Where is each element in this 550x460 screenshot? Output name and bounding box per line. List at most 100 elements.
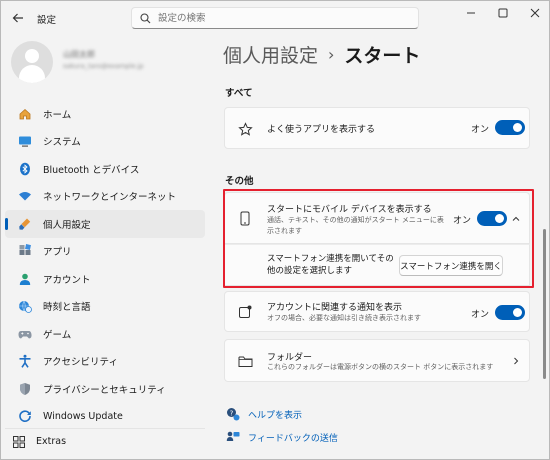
maximize-icon [498,8,508,18]
profile-email: sakura_taro@example.jp [63,62,144,70]
back-button[interactable] [9,9,27,27]
setting-description-line1: 通話、テキスト、その他の通知がスタート メニューに表 [267,216,444,224]
breadcrumb-parent[interactable]: 個人用設定 [223,41,318,68]
sidebar-item-time-language[interactable]: 時刻と言語 [5,293,205,321]
notification-app-icon [237,304,253,320]
accessibility-icon [18,354,32,368]
mobile-devices-toggle[interactable] [477,211,507,226]
sidebar-nav: ホーム システム Bluetooth とデバイス ネットワークとインターネット … [5,100,205,430]
window-controls [455,1,549,25]
system-display-icon [18,134,32,148]
sidebar-item-system[interactable]: システム [5,128,205,156]
close-button[interactable] [519,1,549,25]
frequent-apps-toggle[interactable] [495,120,525,135]
close-icon [530,8,540,18]
title-bar: 設定 [1,1,549,35]
maximize-button[interactable] [487,1,519,25]
sidebar-item-network[interactable]: ネットワークとインターネット [5,183,205,211]
folder-icon [237,353,253,369]
svg-text:?: ? [230,409,234,417]
toggle-state-label: オン [471,310,490,320]
sidebar-item-label: アクセシビリティ [43,357,118,369]
sidebar-item-accounts[interactable]: アカウント [5,265,205,293]
chevron-up-icon[interactable] [511,214,521,224]
avatar [11,41,53,83]
sidebar-item-label: 個人用設定 [43,219,91,231]
page-title: スタート [344,45,421,67]
search-input[interactable] [158,11,408,25]
account-icon [18,272,32,286]
search-icon [140,13,151,27]
breadcrumb-separator: › [328,45,335,64]
feedback-link[interactable]: フィードバックの送信 [226,430,338,444]
toggle-state-label: オン [453,216,472,226]
setting-description: オフの場合、必要な通知は引き続き表示されます [267,314,421,322]
phone-icon [237,210,253,226]
setting-card-account-notifications[interactable]: アカウントに関連する通知を表示 オフの場合、必要な通知は引き続き表示されます オ… [224,291,530,332]
minimize-icon [467,12,475,14]
setting-description: これらのフォルダーは電源ボタンの横のスタート ボタンに表示されます [267,363,494,371]
sidebar-item-privacy[interactable]: プライバシーとセキュリティ [5,375,205,403]
section-title-all: すべて [225,88,253,99]
sidebar-item-home[interactable]: ホーム [5,100,205,128]
feedback-icon [226,430,240,444]
help-icon: ? [226,407,240,421]
sidebar-item-label: Extras [36,436,67,447]
setting-card-mobile-devices[interactable]: スタートにモバイル デバイスを表示する 通話、テキスト、その他の通知がスタート … [224,192,530,244]
open-phone-link-button[interactable]: スマートフォン連携を開く [399,255,503,276]
shield-icon [18,382,32,396]
breadcrumb: 個人用設定 › スタート [223,41,420,68]
toggle-state-label: オン [471,125,490,135]
subsetting-text: スマートフォン連携を開いてその 他の設定を選択します [267,253,417,277]
windows-update-icon [18,409,32,423]
gamepad-icon [18,327,32,341]
setting-title: アカウントに関連する通知を表示 [267,303,403,313]
setting-description-line2: 示されます [267,227,302,235]
paintbrush-icon [18,217,32,231]
extras-grid-icon [12,435,26,449]
minimize-button[interactable] [455,1,487,25]
sidebar-item-bluetooth[interactable]: Bluetooth とデバイス [5,155,205,183]
sidebar-item-label: Windows Update [43,410,123,422]
sidebar-item-personalization[interactable]: 個人用設定 [5,210,205,238]
subsetting-text-line2: 他の設定を選択します [267,266,353,276]
account-notifications-toggle[interactable] [495,305,525,320]
settings-window: 設定 山田太郎 sakura_taro@example.jp [0,0,550,460]
sidebar-item-label: アカウント [43,274,91,286]
subsetting-text-line1: スマートフォン連携を開いてその [267,254,394,264]
sidebar-item-label: 時刻と言語 [43,302,91,314]
sidebar-item-accessibility[interactable]: アクセシビリティ [5,348,205,376]
profile-name: 山田太郎 [63,50,95,59]
wifi-icon [18,189,32,203]
bluetooth-icon [18,162,32,176]
sidebar-item-label: システム [43,137,81,149]
search-box[interactable] [131,7,419,29]
user-profile[interactable]: 山田太郎 sakura_taro@example.jp [11,41,201,85]
home-icon [18,107,32,121]
apps-icon [18,244,32,258]
feedback-link-text[interactable]: フィードバックの送信 [248,431,338,444]
sidebar-item-label: アプリ [43,247,72,259]
setting-card-folders[interactable]: フォルダー これらのフォルダーは電源ボタンの横のスタート ボタンに表示されます [224,339,530,382]
sidebar-item-label: ネットワークとインターネット [43,192,177,204]
mobile-devices-subsetting: スマートフォン連携を開いてその 他の設定を選択します スマートフォン連携を開く [224,244,530,286]
sidebar-item-label: ホーム [43,109,72,121]
sidebar-item-gaming[interactable]: ゲーム [5,320,205,348]
star-icon [237,121,253,137]
setting-title: よく使うアプリを表示する [267,125,376,135]
help-link-text[interactable]: ヘルプを表示 [248,408,302,421]
sidebar-item-label: ゲーム [43,329,72,341]
sidebar-item-extras[interactable]: Extras [5,428,205,454]
chevron-right-icon[interactable] [511,356,521,366]
app-title: 設定 [37,15,57,26]
sidebar-item-label: プライバシーとセキュリティ [43,384,166,396]
globe-clock-icon [18,299,32,314]
setting-card-frequent-apps[interactable]: よく使うアプリを表示する オン [224,107,530,149]
main-scrollbar[interactable] [543,229,546,379]
sidebar-item-label: Bluetooth とデバイス [43,164,140,176]
sidebar-item-apps[interactable]: アプリ [5,238,205,266]
sidebar-item-windows-update[interactable]: Windows Update [5,403,205,431]
setting-title: スタートにモバイル デバイスを表示する [267,205,432,215]
help-link[interactable]: ? ヘルプを表示 [226,407,302,421]
back-arrow-icon [12,13,23,23]
